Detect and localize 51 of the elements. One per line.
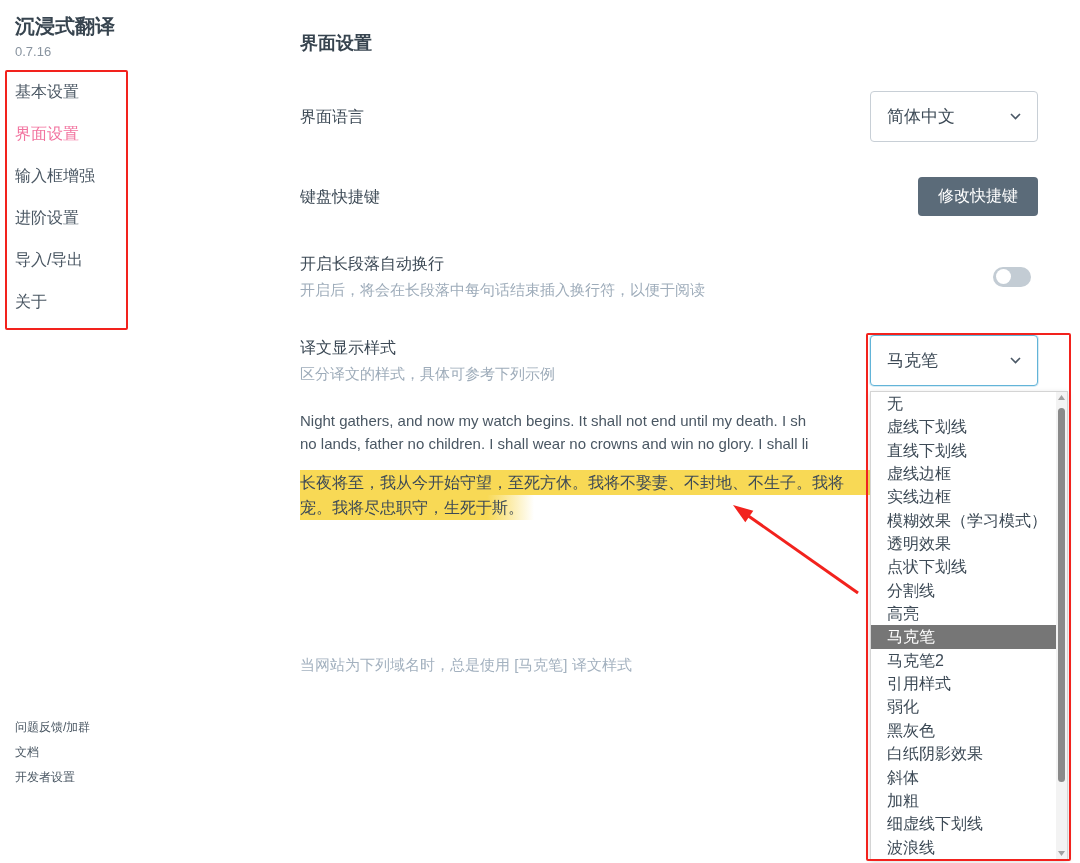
dropdown-option[interactable]: 点状下划线 [871, 555, 1056, 579]
dropdown-option[interactable]: 虚线边框 [871, 462, 1056, 486]
sidebar-item[interactable]: 导入/导出 [15, 248, 84, 272]
dropdown-option[interactable]: 虚线下划线 [871, 415, 1056, 439]
scrollbar[interactable] [1056, 392, 1067, 859]
toggle-knob [996, 269, 1011, 284]
app-title: 沉浸式翻译 [15, 14, 115, 39]
chevron-down-icon [1010, 113, 1021, 120]
dropdown-option[interactable]: 白纸阴影效果 [871, 742, 1056, 766]
original-text-line: no lands, father no children. I shall wear no crowns and win no glory. I shall li [300, 434, 809, 454]
dropdown-option[interactable]: 无 [871, 392, 1056, 416]
select-field[interactable]: 马克笔 [870, 335, 1038, 386]
footer-link[interactable]: 文档 [15, 743, 39, 761]
sidebar-item[interactable]: 进阶设置 [15, 206, 79, 230]
setting-description: 区分译文的样式，具体可参考下列示例 [300, 364, 555, 384]
setting-description: 开启后，将会在长段落中每句话结束插入换行符，以便于阅读 [300, 280, 705, 300]
scroll-up-icon[interactable] [1058, 395, 1065, 400]
change-shortcut-button[interactable]: 修改快捷键 [918, 177, 1038, 216]
dropdown-option[interactable]: 高亮 [871, 602, 1056, 626]
dropdown-option[interactable]: 直线下划线 [871, 438, 1056, 463]
chevron-down-icon [1010, 357, 1021, 364]
setting-label: 键盘快捷键 [300, 186, 380, 207]
dropdown-option[interactable]: 波浪线 [871, 835, 1056, 859]
dropdown-option[interactable]: 透明效果 [871, 532, 1056, 556]
dropdown-option[interactable]: 黑灰色 [871, 718, 1056, 743]
setting-label: 开启长段落自动换行 [300, 254, 444, 274]
scrollbar-thumb[interactable] [1058, 408, 1065, 782]
footer-link[interactable]: 开发者设置 [15, 768, 75, 786]
dropdown-option[interactable]: 模糊效果（学习模式） [871, 508, 1056, 533]
dropdown-option[interactable]: 细虚线下划线 [871, 812, 1056, 836]
sidebar-item[interactable]: 输入框增强 [15, 164, 95, 188]
dropdown-option[interactable]: 马克笔2 [871, 648, 1056, 673]
sidebar-item[interactable]: 基本设置 [15, 80, 79, 104]
dropdown-option[interactable]: 加粗 [871, 788, 1056, 813]
site-rule-text: 当网站为下列域名时，总是使用 [马克笔] 译文样式 [300, 655, 632, 675]
footer-link[interactable]: 问题反馈/加群 [15, 718, 91, 736]
page-heading: 界面设置 [300, 32, 372, 55]
dropdown-option[interactable]: 马克笔 [871, 625, 1056, 649]
scroll-down-icon[interactable] [1058, 851, 1065, 856]
original-text-line: Night gathers, and now my watch begins. It shall not end until my death. I sh [300, 411, 807, 431]
dropdown-option[interactable]: 分割线 [871, 578, 1056, 603]
setting-label: 译文显示样式 [300, 338, 396, 358]
setting-label: 界面语言 [300, 106, 364, 127]
version-label: 0.7.16 [15, 43, 52, 61]
toggle-switch[interactable] [993, 266, 1031, 287]
sidebar-item[interactable]: 关于 [15, 290, 47, 314]
dropdown-option[interactable]: 实线边框 [871, 485, 1056, 509]
select-field[interactable]: 简体中文 [870, 91, 1038, 142]
dropdown-option[interactable]: 弱化 [871, 695, 1056, 719]
dropdown-option[interactable]: 斜体 [871, 765, 1056, 789]
dropdown-option[interactable]: 引用样式 [871, 672, 1056, 696]
